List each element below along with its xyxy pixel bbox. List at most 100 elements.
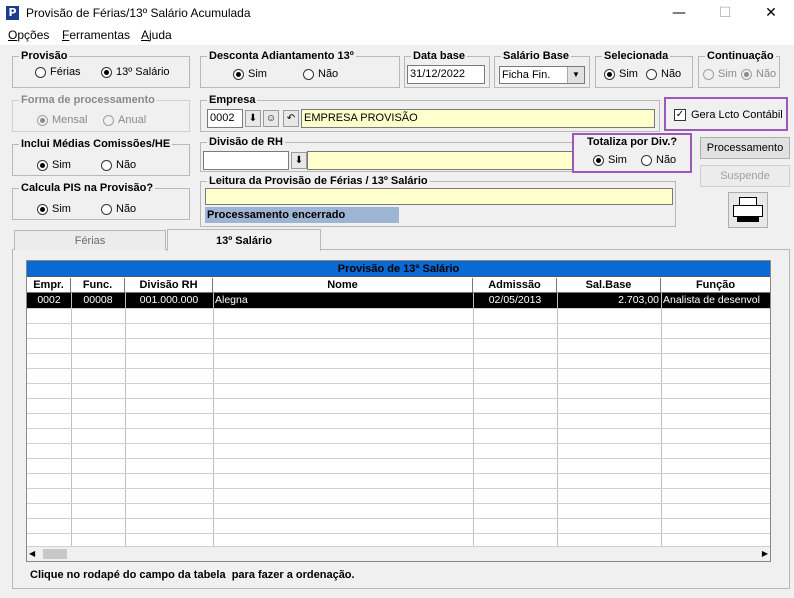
empresa-code-input[interactable]: 0002	[207, 109, 243, 128]
inclui-medias-sim-radio[interactable]: Sim	[37, 159, 71, 171]
menu-ajuda[interactable]: Ajuda	[141, 28, 172, 42]
provisao-13-radio[interactable]: 13º Salário	[101, 66, 170, 78]
horizontal-scrollbar[interactable]: ◀ ▶	[27, 546, 770, 561]
grid-row-line	[27, 503, 770, 504]
continuacao-sim-radio: Sim	[703, 68, 737, 80]
forma-processamento-group: Forma de processamento Mensal Anual	[12, 94, 190, 132]
empresa-name-field: EMPRESA PROVISÃO	[301, 109, 655, 128]
leitura-field	[205, 188, 673, 205]
divisao-rh-name-field	[307, 151, 573, 170]
undo-icon[interactable]: ↶	[283, 110, 299, 127]
cell-empr: 0002	[37, 294, 61, 306]
radio-label: Férias	[50, 66, 81, 78]
inclui-medias-title: Inclui Médias Comissões/HE	[19, 138, 173, 150]
selecionada-title: Selecionada	[602, 50, 671, 62]
continuacao-title: Continuação	[705, 50, 776, 62]
grid-row-line	[27, 473, 770, 474]
tab-ferias[interactable]: Férias	[14, 230, 166, 250]
close-icon[interactable]: ✕	[748, 0, 794, 27]
selecionada-nao-radio[interactable]: Não	[646, 68, 681, 80]
radio-selected-icon	[741, 68, 752, 80]
salario-base-value: Ficha Fin.	[502, 69, 551, 81]
data-base-group: Data base 31/12/2022	[404, 50, 490, 88]
scroll-thumb[interactable]	[43, 549, 67, 559]
desconta-sim-radio[interactable]: Sim	[233, 68, 267, 80]
radio-icon	[303, 68, 314, 80]
calcula-pis-group: Calcula PIS na Provisão? Sim Não	[12, 182, 190, 220]
provisao-ferias-radio[interactable]: Férias	[35, 66, 81, 78]
search-person-icon[interactable]: ☺	[263, 110, 279, 127]
radio-label: Não	[661, 68, 682, 80]
scroll-right-icon[interactable]: ▶	[762, 549, 768, 558]
divisao-rh-group: Divisão de RH ⬇	[200, 136, 574, 172]
column-header-divisao[interactable]: Divisão RH	[125, 278, 213, 293]
download-arrow-icon[interactable]: ⬇	[291, 152, 307, 169]
suspende-button: Suspende	[700, 165, 790, 187]
menu-bar: Opções Ferramentas Ajuda	[0, 27, 794, 45]
grid-row-line	[27, 413, 770, 414]
menu-ferramentas[interactable]: Ferramentas	[62, 28, 130, 42]
calcula-pis-sim-radio[interactable]: Sim	[37, 203, 71, 215]
column-header-func[interactable]: Func.	[71, 278, 125, 293]
inclui-medias-group: Inclui Médias Comissões/HE Sim Não	[12, 138, 190, 176]
radio-label: Sim	[619, 68, 638, 80]
radio-selected-icon	[593, 154, 604, 166]
divisao-rh-code-input[interactable]	[203, 151, 289, 170]
continuacao-group: Continuação Sim Não	[698, 50, 780, 88]
radio-icon	[703, 68, 714, 80]
tab-13-salario[interactable]: 13º Salário	[167, 229, 321, 251]
gera-lcto-checkbox[interactable]: ✓ Gera Lcto Contábil	[674, 109, 783, 121]
minimize-icon[interactable]: —	[656, 0, 702, 27]
salario-base-title: Salário Base	[501, 50, 572, 62]
radio-icon	[35, 66, 46, 78]
mensal-radio: Mensal	[37, 114, 87, 126]
forma-processamento-title: Forma de processamento	[19, 94, 157, 106]
totaliza-group: Totaliza por Div.? Sim Não	[578, 136, 686, 170]
cell-func: 00008	[83, 294, 113, 306]
column-header-admissao[interactable]: Admissão	[473, 278, 557, 293]
grid-column-line	[213, 293, 214, 547]
grid-row-line	[27, 443, 770, 444]
menu-opcoes[interactable]: Opções	[8, 28, 49, 42]
cell-funcao: Analista de desenvol	[663, 294, 760, 306]
window-title: Provisão de Férias/13º Salário Acumulada	[26, 6, 251, 20]
chevron-down-icon[interactable]: ▼	[567, 67, 584, 83]
radio-selected-icon	[37, 203, 48, 215]
download-arrow-icon[interactable]: ⬇	[245, 110, 261, 127]
provisao-group: Provisão Férias 13º Salário	[12, 50, 190, 88]
radio-selected-icon	[604, 68, 615, 80]
column-header-funcao[interactable]: Função	[661, 278, 770, 293]
radio-label: Sim	[608, 154, 627, 166]
totaliza-nao-radio[interactable]: Não	[641, 154, 676, 166]
radio-label: 13º Salário	[116, 66, 170, 78]
grid-row-line	[27, 458, 770, 459]
grid-column-line	[125, 293, 126, 547]
desconta-group: Desconta Adiantamento 13º Sim Não	[200, 50, 400, 88]
column-header-salbase[interactable]: Sal.Base	[557, 278, 661, 293]
maximize-icon[interactable]: ☐	[702, 0, 748, 27]
desconta-nao-radio[interactable]: Não	[303, 68, 338, 80]
printer-icon[interactable]	[728, 192, 768, 228]
continuacao-nao-radio: Não	[741, 68, 776, 80]
grid-row-line	[27, 323, 770, 324]
cell-salbase: 2.703,00	[618, 294, 659, 306]
totaliza-sim-radio[interactable]: Sim	[593, 154, 627, 166]
radio-label: Não	[756, 68, 777, 80]
grid-row-line	[27, 308, 770, 309]
app-icon: P	[6, 6, 19, 20]
processamento-button[interactable]: Processamento	[700, 137, 790, 159]
totaliza-title: Totaliza por Div.?	[585, 136, 680, 148]
selecionada-sim-radio[interactable]: Sim	[604, 68, 638, 80]
cell-nome: Alegna	[215, 294, 248, 306]
inclui-medias-nao-radio[interactable]: Não	[101, 159, 136, 171]
scroll-left-icon[interactable]: ◀	[29, 549, 35, 558]
calcula-pis-nao-radio[interactable]: Não	[101, 203, 136, 215]
grid-row-line	[27, 428, 770, 429]
grid-row-line	[27, 398, 770, 399]
grid-row-line	[27, 488, 770, 489]
column-header-nome[interactable]: Nome	[213, 278, 473, 293]
data-base-title: Data base	[411, 50, 467, 62]
data-base-input[interactable]: 31/12/2022	[407, 65, 485, 84]
column-header-empr[interactable]: Empr.	[27, 278, 71, 293]
radio-selected-icon	[101, 66, 112, 78]
